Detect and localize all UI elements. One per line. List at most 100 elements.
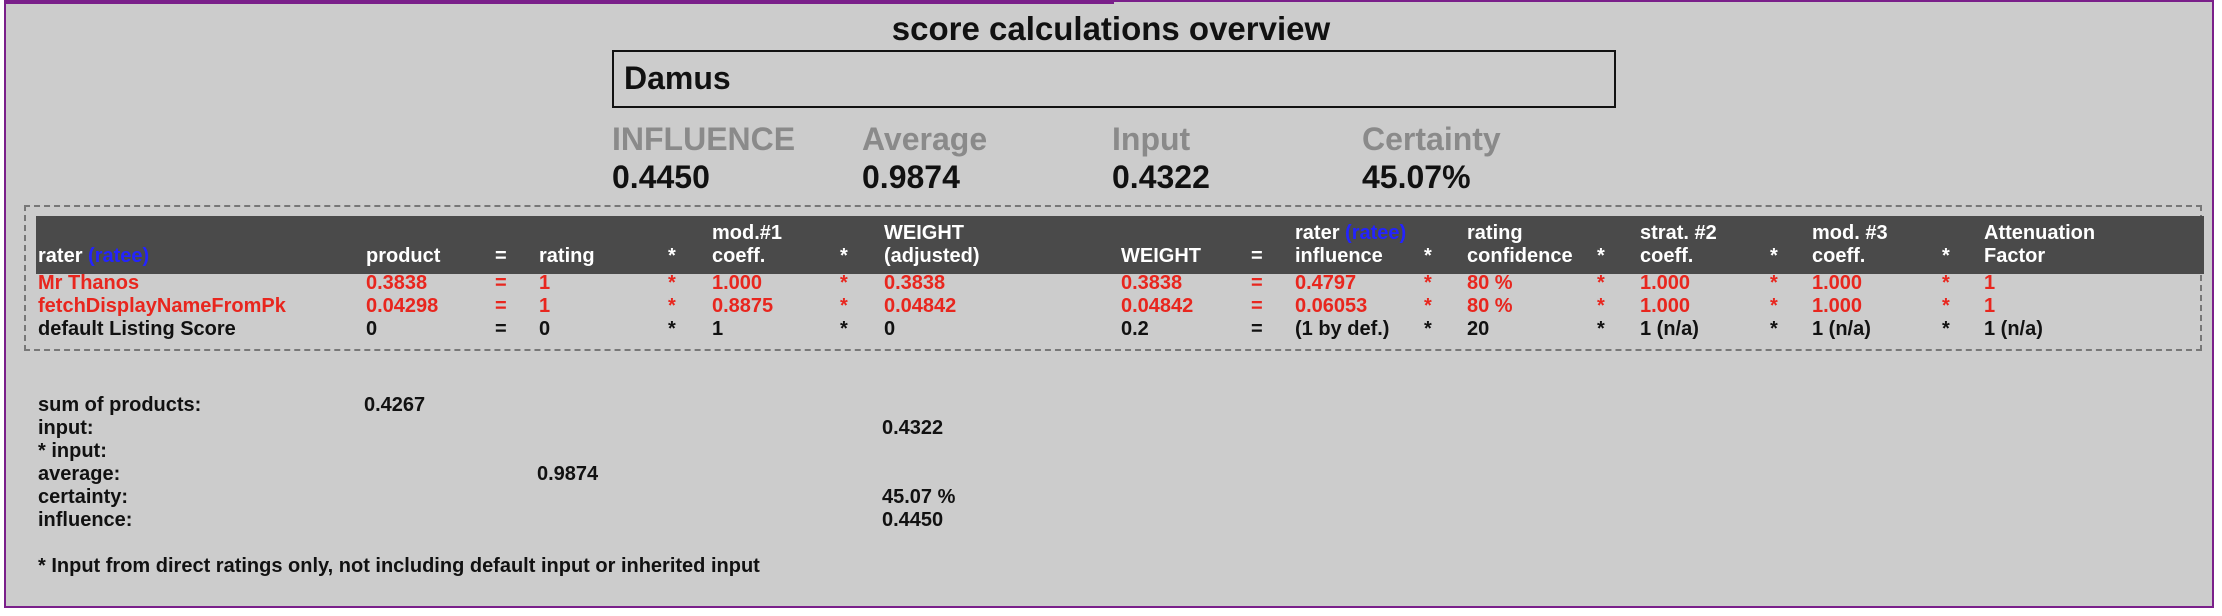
cell-multiply: * — [1942, 295, 1950, 317]
summary-input-label: input: — [38, 417, 94, 439]
cell-product: 0 — [366, 318, 378, 340]
cell-mod1: 1 — [712, 318, 724, 340]
metric-influence: INFLUENCE 0.4450 — [612, 120, 795, 196]
header-multiply: * — [668, 245, 676, 267]
header-mod1-line2: coeff. — [712, 245, 766, 267]
cell-equals: = — [495, 318, 507, 340]
header-multiply: * — [840, 245, 848, 267]
cell-multiply: * — [1597, 318, 1605, 340]
header-rater: rater (ratee) — [38, 245, 149, 268]
cell-multiply: * — [668, 272, 676, 294]
cell-rating-confidence: 80 % — [1467, 272, 1513, 294]
cell-weight: 0.3838 — [1121, 272, 1183, 294]
summary-star-input-label: * input: — [38, 440, 107, 462]
metric-value: 0.4450 — [612, 159, 710, 195]
page-title: score calculations overview — [891, 10, 1331, 47]
summary-sum-value: 0.4267 — [364, 394, 426, 416]
cell-weight-adjusted: 0 — [884, 318, 896, 340]
metric-label: Certainty — [1362, 121, 1501, 157]
cell-equals: = — [1251, 272, 1263, 294]
metric-value: 0.4322 — [1112, 159, 1210, 195]
cell-multiply: * — [1770, 272, 1778, 294]
header-mod3-line2: coeff. — [1812, 245, 1866, 267]
header-rating-confidence-line2: confidence — [1467, 245, 1573, 267]
cell-equals: = — [1251, 295, 1263, 317]
cell-rating-confidence: 20 — [1467, 318, 1490, 340]
cell-rating: 1 — [539, 295, 551, 317]
cell-multiply: * — [1942, 318, 1950, 340]
cell-weight-adjusted: 0.3838 — [884, 272, 946, 294]
cell-multiply: * — [1770, 318, 1778, 340]
cell-mod3: 1 (n/a) — [1812, 318, 1871, 340]
summary-input-value: 0.4322 — [882, 417, 944, 439]
cell-weight: 0.04842 — [1121, 295, 1194, 317]
cell-multiply: * — [1942, 272, 1950, 294]
summary-average-label: average: — [38, 463, 121, 485]
summary-influence-label: influence: — [38, 509, 133, 531]
metric-value: 0.9874 — [862, 159, 960, 195]
cell-attenuation: 1 (n/a) — [1984, 318, 2043, 340]
header-strat2-line2: coeff. — [1640, 245, 1694, 267]
cell-product: 0.04298 — [366, 295, 439, 317]
cell-rating: 0 — [539, 318, 551, 340]
ratee-name-box: Damus — [612, 50, 1616, 108]
cell-weight-adjusted: 0.04842 — [884, 295, 957, 317]
cell-multiply: * — [1770, 295, 1778, 317]
cell-mod1: 1.000 — [712, 272, 763, 294]
metric-average: Average 0.9874 — [862, 120, 987, 196]
header-equals: = — [1251, 245, 1263, 267]
header-weight-adjusted-line1: WEIGHT — [884, 222, 964, 244]
cell-multiply: * — [668, 295, 676, 317]
cell-multiply: * — [1597, 295, 1605, 317]
summary-average-value: 0.9874 — [537, 463, 599, 485]
cell-mod1: 0.8875 — [712, 295, 774, 317]
header-rater-influence-ratee: (ratee) — [1345, 222, 1407, 244]
cell-strat2: 1.000 — [1640, 272, 1691, 294]
summary-influence-value: 0.4450 — [882, 509, 944, 531]
metric-label: INFLUENCE — [612, 121, 796, 157]
header-attenuation-line2: Factor — [1984, 245, 2046, 267]
cell-multiply: * — [1597, 272, 1605, 294]
cell-rating: 1 — [539, 272, 551, 294]
header-mod1-line1: mod.#1 — [712, 222, 783, 244]
header-attenuation-line1: Attenuation — [1984, 222, 2096, 244]
cell-multiply: * — [1424, 295, 1432, 317]
cell-equals: = — [1251, 318, 1263, 340]
cell-equals: = — [495, 272, 507, 294]
cell-attenuation: 1 — [1984, 272, 1996, 294]
cell-rating-confidence: 80 % — [1467, 295, 1513, 317]
header-mod3-line1: mod. #3 — [1812, 222, 1888, 244]
summary-sum-label: sum of products: — [38, 394, 202, 416]
cell-strat2: 1 (n/a) — [1640, 318, 1699, 340]
header-multiply: * — [1597, 245, 1605, 267]
panel-top-accent — [4, 0, 1114, 4]
footnote: * Input from direct ratings only, not in… — [38, 555, 760, 577]
row-rater-link[interactable]: Mr Thanos — [38, 272, 139, 295]
header-rater-influence-line2: influence — [1295, 245, 1383, 267]
metric-input: Input 0.4322 — [1112, 120, 1210, 196]
cell-rater-influence: 0.4797 — [1295, 272, 1357, 294]
cell-multiply: * — [1424, 272, 1432, 294]
cell-attenuation: 1 — [1984, 295, 1996, 317]
cell-rater-influence: 0.06053 — [1295, 295, 1368, 317]
cell-rater-influence: (1 by def.) — [1295, 318, 1390, 340]
cell-multiply: * — [840, 318, 848, 340]
cell-mod3: 1.000 — [1812, 272, 1863, 294]
cell-weight: 0.2 — [1121, 318, 1149, 340]
header-equals: = — [495, 245, 507, 267]
header-weight: WEIGHT — [1121, 245, 1201, 267]
row-rater-default: default Listing Score — [38, 318, 236, 340]
cell-multiply: * — [1424, 318, 1432, 340]
header-rating: rating — [539, 245, 595, 267]
metric-label: Input — [1112, 121, 1191, 157]
metric-label: Average — [862, 121, 988, 157]
cell-multiply: * — [668, 318, 676, 340]
header-rating-confidence-line1: rating — [1467, 222, 1523, 244]
cell-product: 0.3838 — [366, 272, 428, 294]
header-multiply: * — [1942, 245, 1950, 267]
summary-certainty-label: certainty: — [38, 486, 129, 508]
header-rater-text: rater — [38, 245, 83, 267]
row-rater-link[interactable]: fetchDisplayNameFromPk — [38, 295, 286, 318]
metric-value: 45.07% — [1362, 159, 1471, 195]
summary-certainty-value: 45.07 % — [882, 486, 956, 508]
